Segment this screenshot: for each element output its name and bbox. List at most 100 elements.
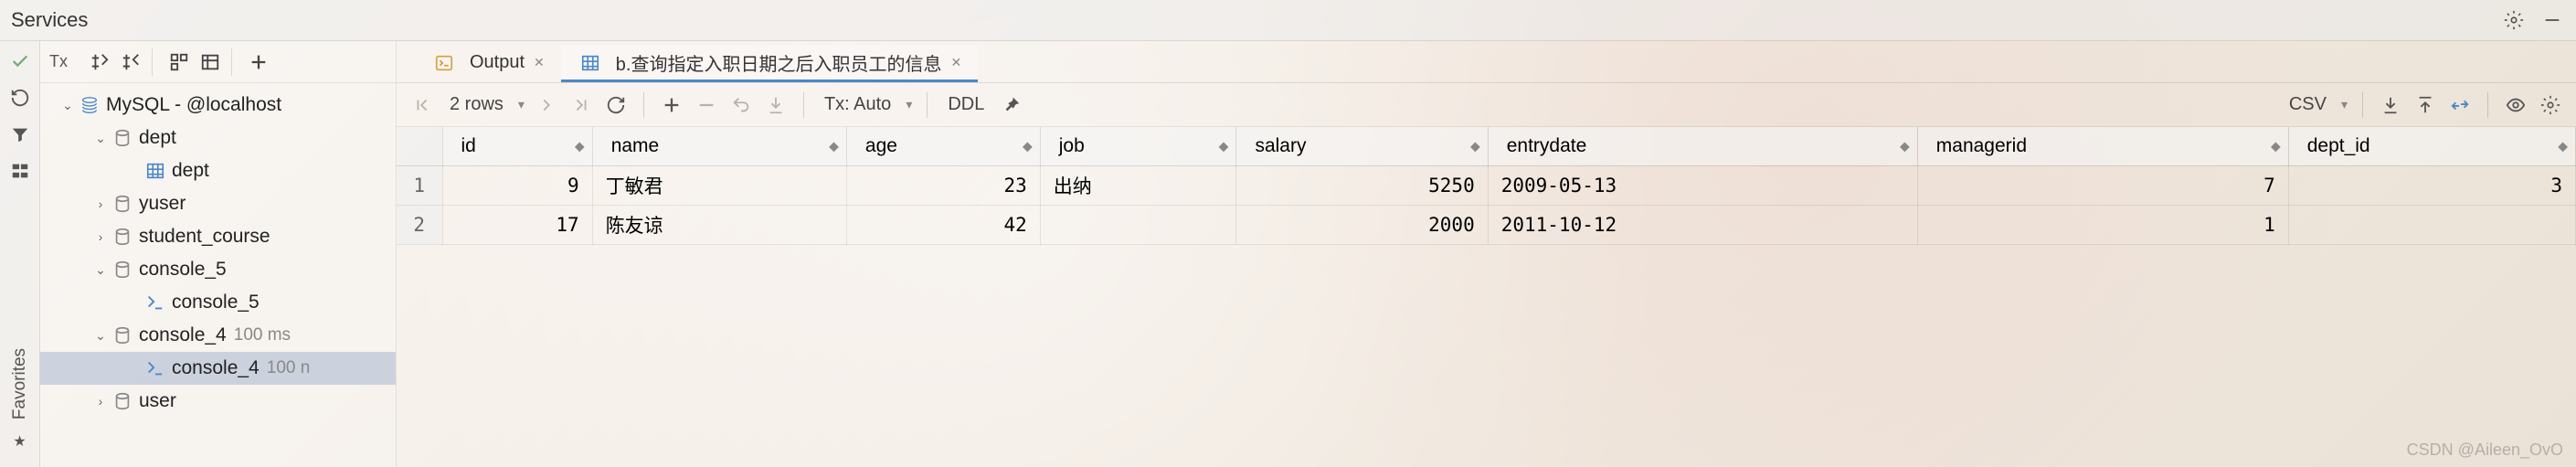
tree-twisty[interactable]: ⌄	[91, 131, 110, 146]
result-table-wrap[interactable]: id◆name◆age◆job◆salary◆entrydate◆manager…	[397, 127, 2576, 467]
cell-salary[interactable]: 5250	[1236, 165, 1488, 205]
cell-job[interactable]: 出纳	[1040, 165, 1236, 205]
nav-next-icon	[534, 92, 559, 118]
compare-icon[interactable]	[2447, 92, 2473, 118]
table-icon	[144, 160, 166, 182]
sidebar-toolbar: Tx	[40, 41, 396, 83]
cell-entrydate[interactable]: 2011-10-12	[1488, 205, 1917, 244]
cell-dept_id[interactable]: 3	[2288, 165, 2575, 205]
table-view-icon[interactable]	[196, 48, 224, 76]
eye-icon[interactable]	[2503, 92, 2528, 118]
tree-node[interactable]: console_4100 n	[40, 352, 396, 385]
column-header-salary[interactable]: salary◆	[1236, 127, 1488, 165]
db-tree[interactable]: ⌄ MySQL - @localhost ⌄deptdept›yuser›stude…	[40, 83, 396, 467]
column-name: age	[865, 135, 897, 156]
table-row[interactable]: 217陈友谅42 20002011-10-121	[397, 205, 2576, 244]
tree-twisty[interactable]: ⌄	[91, 328, 110, 344]
sort-icon[interactable]: ◆	[2271, 138, 2281, 154]
sort-icon[interactable]: ◆	[1900, 138, 1910, 154]
tree-node[interactable]: ›yuser	[40, 187, 396, 220]
column-header-name[interactable]: name ◆	[592, 127, 846, 165]
column-header-job[interactable]: job◆	[1040, 127, 1236, 165]
grid-icon[interactable]	[165, 48, 193, 76]
cell-age[interactable]: 42	[846, 205, 1040, 244]
cell-id[interactable]: 17	[442, 205, 592, 244]
sort-icon[interactable]: ◆	[575, 138, 585, 154]
column-header-managerid[interactable]: managerid◆	[1917, 127, 2288, 165]
output-icon	[433, 52, 455, 74]
chevron-down-icon[interactable]: ▾	[906, 97, 912, 112]
result-tab[interactable]: Output✕	[415, 46, 561, 82]
tree-node[interactable]: ⌄console_5	[40, 253, 396, 286]
nav-first-icon	[409, 92, 435, 118]
star-icon[interactable]: ★	[13, 432, 26, 451]
expand-all-icon[interactable]	[86, 48, 113, 76]
hide-icon[interactable]	[2539, 7, 2565, 33]
cell-dept_id[interactable]	[2288, 205, 2575, 244]
tree-node[interactable]: ⌄console_4100 ms	[40, 319, 396, 352]
tree-node[interactable]: ⌄dept	[40, 122, 396, 154]
cell-job[interactable]	[1040, 205, 1236, 244]
schema-icon	[111, 127, 133, 149]
tree-twisty[interactable]: ›	[91, 196, 110, 211]
cell-managerid[interactable]: 7	[1917, 165, 2288, 205]
column-header-age[interactable]: age ◆	[846, 127, 1040, 165]
row-number: 1	[397, 165, 442, 205]
add-icon[interactable]	[245, 48, 272, 76]
column-header-id[interactable]: id◆	[442, 127, 592, 165]
column-header-entrydate[interactable]: entrydate◆	[1488, 127, 1917, 165]
table-row[interactable]: 19丁敏君23出纳52502009-05-1373	[397, 165, 2576, 205]
check-icon[interactable]	[7, 48, 33, 74]
upload-icon[interactable]	[2412, 92, 2438, 118]
tree-twisty[interactable]: ›	[91, 394, 110, 409]
reload-icon[interactable]	[603, 92, 629, 118]
sort-icon[interactable]: ◆	[1219, 138, 1229, 154]
download-icon[interactable]	[2378, 92, 2403, 118]
export-format[interactable]: CSV	[2284, 94, 2332, 115]
cell-age[interactable]: 23	[846, 165, 1040, 205]
chevron-down-icon[interactable]: ▾	[518, 97, 525, 112]
gear-icon[interactable]	[2501, 7, 2527, 33]
column-name: name	[611, 135, 660, 156]
chevron-down-icon[interactable]: ▾	[2341, 97, 2348, 112]
tx-mode[interactable]: Tx: Auto	[819, 94, 896, 115]
tree-node[interactable]: console_5	[40, 286, 396, 319]
close-icon[interactable]: ✕	[950, 55, 961, 70]
schema-icon	[111, 193, 133, 215]
tree-twisty[interactable]: ⌄	[91, 262, 110, 278]
row-number: 2	[397, 205, 442, 244]
add-row-icon[interactable]	[659, 92, 684, 118]
cell-salary[interactable]: 2000	[1236, 205, 1488, 244]
sort-icon[interactable]: ◆	[829, 138, 839, 154]
collapse-all-icon[interactable]	[117, 48, 144, 76]
ddl-button[interactable]: DDL	[942, 94, 990, 115]
settings-icon[interactable]	[2538, 92, 2563, 118]
cell-name[interactable]: 陈友谅	[592, 205, 846, 244]
table-icon	[579, 52, 601, 74]
tree-twisty[interactable]: ⌄	[58, 98, 77, 113]
sort-icon[interactable]: ◆	[2558, 138, 2568, 154]
tree-label: MySQL - @localhost	[106, 94, 281, 116]
tree-node[interactable]: dept	[40, 154, 396, 187]
cell-managerid[interactable]: 1	[1917, 205, 2288, 244]
result-tab[interactable]: b.查询指定入职日期之后入职员工的信息✕	[561, 46, 978, 82]
tree-node[interactable]: ›student_course	[40, 220, 396, 253]
layout-icon[interactable]	[7, 158, 33, 184]
cell-entrydate[interactable]: 2009-05-13	[1488, 165, 1917, 205]
tree-node[interactable]: ›user	[40, 385, 396, 418]
tree-node[interactable]: ⌄ MySQL - @localhost	[40, 89, 396, 122]
close-icon[interactable]: ✕	[534, 55, 545, 70]
sort-icon[interactable]: ◆	[1470, 138, 1480, 154]
result-tabs: Output✕b.查询指定入职日期之后入职员工的信息✕	[397, 41, 2576, 83]
column-header-dept_id[interactable]: dept_id ◆	[2288, 127, 2575, 165]
tree-twisty[interactable]: ›	[91, 229, 110, 244]
panel-title: Services	[11, 8, 88, 32]
sort-icon[interactable]: ◆	[1023, 138, 1033, 154]
column-name: dept_id	[2307, 135, 2370, 156]
cell-id[interactable]: 9	[442, 165, 592, 205]
pin-icon[interactable]	[999, 92, 1024, 118]
refresh-icon[interactable]	[7, 85, 33, 111]
filter-icon[interactable]	[7, 122, 33, 147]
favorites-label[interactable]: Favorites	[10, 329, 30, 439]
cell-name[interactable]: 丁敏君	[592, 165, 846, 205]
